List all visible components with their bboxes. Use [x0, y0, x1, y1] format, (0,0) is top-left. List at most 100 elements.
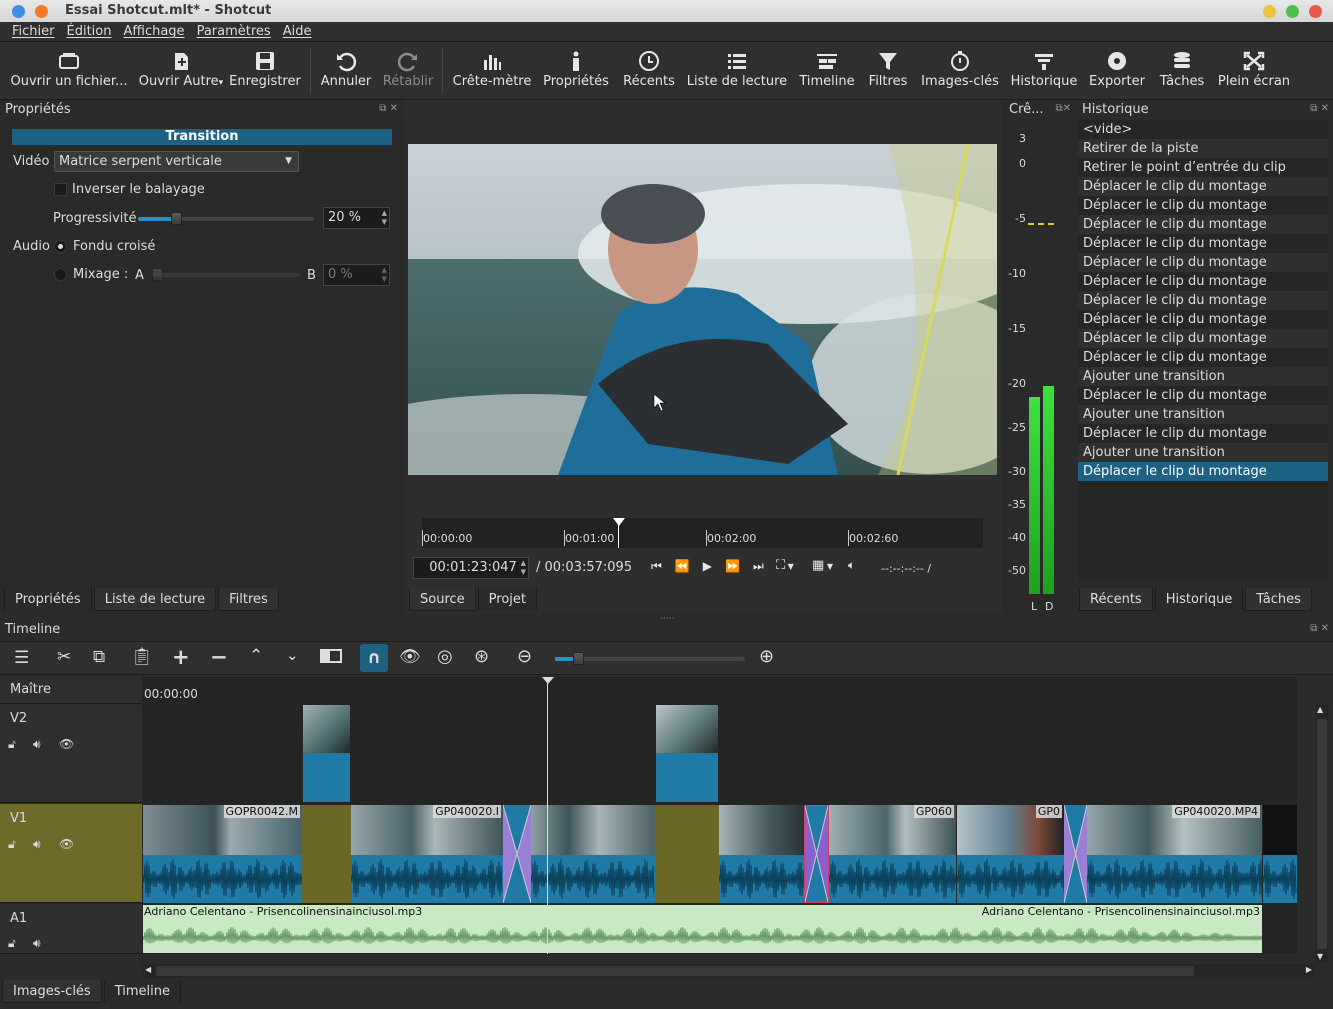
history-item[interactable]: Ajouter une transition — [1078, 367, 1328, 386]
mix-spinbox[interactable]: 0 % ▲ ▼ — [323, 264, 390, 286]
history-item[interactable]: Déplacer le clip du montage — [1078, 272, 1328, 291]
v1-clip[interactable] — [719, 805, 804, 903]
scroll-thumb[interactable] — [156, 966, 1194, 976]
v1-clip-gp060[interactable]: GP060 — [829, 805, 956, 903]
volume-icon[interactable]: 🔈︎ — [848, 558, 855, 573]
play-icon[interactable]: ▶ — [703, 559, 725, 573]
maximize-button[interactable] — [1286, 5, 1299, 18]
lift-icon[interactable]: ⌃ — [249, 646, 263, 666]
v1-clip-end[interactable] — [1263, 805, 1297, 903]
tab-playlist[interactable]: Liste de lecture — [93, 588, 217, 611]
undo-button[interactable]: Annuler — [318, 42, 374, 98]
mute-icon[interactable]: 🔊︎ — [33, 936, 41, 951]
mix-slider-handle[interactable] — [152, 268, 163, 281]
tab-keyframes[interactable]: Images-clés — [2, 980, 102, 1003]
master-track-header[interactable]: Maître — [0, 677, 142, 704]
menu-affichage[interactable]: Affichage — [117, 22, 190, 39]
softness-spinbox[interactable]: 20 % ▲ ▼ — [323, 207, 390, 229]
minimize-window-button[interactable] — [35, 5, 48, 18]
dock-float-close-icon[interactable]: ⧉ ✕ — [379, 103, 398, 114]
v1-transition[interactable] — [503, 805, 531, 903]
tab-filters[interactable]: Filtres — [218, 588, 279, 611]
horizontal-scrollbar[interactable]: ◀ ▶ — [142, 964, 1315, 978]
a1-audio-clip[interactable]: Adriano Celentano - Prisencolinensinainc… — [143, 905, 1262, 953]
hide-eye-icon[interactable]: 👁︎ — [59, 737, 74, 751]
history-item[interactable]: Déplacer le clip du montage — [1078, 177, 1328, 196]
history-item[interactable]: Ajouter une transition — [1078, 443, 1328, 462]
history-item[interactable]: Retirer de la piste — [1078, 139, 1328, 158]
softness-slider-handle[interactable] — [171, 212, 182, 225]
lock-icon[interactable]: 🔓︎ — [8, 837, 16, 852]
spin-arrows-icon[interactable]: ▲ ▼ — [521, 559, 526, 577]
rewind-icon[interactable]: ⏪ — [675, 559, 703, 573]
lock-icon[interactable]: 🔓︎ — [8, 936, 16, 951]
dock-float-close-icon[interactable]: ⧉ ✕ — [1310, 103, 1329, 114]
history-button[interactable]: Historique — [1008, 42, 1080, 98]
history-item[interactable]: Déplacer le clip du montage — [1078, 329, 1328, 348]
v1-transition-selected[interactable] — [804, 805, 829, 903]
tab-history[interactable]: Historique — [1154, 588, 1244, 611]
position-timecode[interactable]: 00:01:23:047 ▲ ▼ — [413, 557, 529, 579]
timeline-tracks-area[interactable]: 00:00:00 GOPR0042.M GP040020.I GP060 GP0… — [142, 677, 1297, 954]
mute-icon[interactable]: 🔊︎ — [33, 837, 41, 852]
tab-recent[interactable]: Récents — [1079, 588, 1153, 611]
fast-forward-icon[interactable]: ⏩ — [725, 559, 753, 573]
history-item[interactable]: Déplacer le clip du montage — [1078, 253, 1328, 272]
scroll-left-icon[interactable]: ◀ — [145, 965, 151, 974]
redo-button[interactable]: Rétablir — [380, 42, 436, 98]
save-button[interactable]: Enregistrer — [228, 42, 302, 98]
history-item[interactable]: Ajouter une transition — [1078, 405, 1328, 424]
tab-timeline[interactable]: Timeline — [103, 980, 181, 1003]
menu-aide[interactable]: Aide — [277, 22, 318, 39]
cut-icon[interactable]: ✂ — [57, 647, 71, 667]
zoom-out-icon[interactable]: ⊖ — [517, 646, 532, 667]
jobs-button[interactable]: Tâches — [1154, 42, 1210, 98]
menu-icon[interactable]: ☰ — [14, 648, 29, 668]
zoom-button[interactable]: ⛶ ▼ — [776, 558, 794, 573]
history-item[interactable]: Retirer le point d’entrée du clip — [1078, 158, 1328, 177]
timeline-button[interactable]: Timeline — [796, 42, 858, 98]
v1-blank-gap[interactable] — [302, 805, 351, 903]
ripple-all-icon[interactable]: ⊛ — [474, 646, 489, 667]
timeline-playhead[interactable] — [547, 677, 548, 954]
video-transition-combo[interactable]: Matrice serpent verticale ▼ — [54, 151, 299, 172]
history-item[interactable]: Déplacer le clip du montage — [1078, 424, 1328, 443]
peak-meter-button[interactable]: Crête-mètre — [450, 42, 534, 98]
scroll-up-icon[interactable]: ▲ — [1317, 705, 1323, 714]
history-item[interactable]: Déplacer le clip du montage — [1078, 291, 1328, 310]
v1-blank-gap[interactable] — [655, 805, 719, 903]
recent-button[interactable]: Récents — [618, 42, 680, 98]
grid-button[interactable]: ▦ ▼ — [812, 558, 833, 573]
track-header-a1[interactable]: A1 🔓︎ 🔊︎ — [0, 904, 142, 954]
tab-source[interactable]: Source — [409, 588, 476, 611]
history-item[interactable]: Déplacer le clip du montage — [1078, 462, 1328, 481]
mute-icon[interactable]: 🔊︎ — [33, 737, 41, 752]
skip-start-icon[interactable]: ⏮ — [651, 559, 675, 573]
history-item[interactable]: Déplacer le clip du montage — [1078, 348, 1328, 367]
v1-clip-gp0[interactable]: GP0 — [957, 805, 1064, 903]
track-header-v2[interactable]: V2 🔓︎ 🔊︎ 👁︎ — [0, 705, 142, 803]
player-ruler[interactable]: 00:00:00 00:01:00 00:02:00 00:02:60 — [422, 518, 983, 548]
minimize-button[interactable] — [1263, 5, 1276, 18]
filters-button[interactable]: Filtres — [864, 42, 912, 98]
remove-icon[interactable]: − — [210, 645, 228, 669]
mix-radio[interactable] — [54, 268, 67, 281]
dock-float-close-icon[interactable]: ⧉ ✕ — [1310, 623, 1329, 634]
dock-float-close-icon[interactable]: ⧉✕ — [1055, 103, 1071, 114]
v2-clip[interactable] — [656, 705, 718, 802]
invert-wipe-checkbox[interactable] — [54, 183, 67, 196]
open-file-button[interactable]: Ouvrir un fichier... — [8, 42, 130, 98]
append-icon[interactable]: + — [172, 645, 190, 669]
split-icon[interactable] — [320, 649, 342, 663]
overwrite-icon[interactable]: ⌄ — [286, 646, 299, 664]
vertical-scrollbar[interactable]: ▲ ▼ — [1315, 705, 1329, 963]
ripple-icon[interactable]: ◎ — [437, 646, 453, 667]
skip-end-icon[interactable]: ⏭ — [753, 559, 777, 573]
keyframes-button[interactable]: Images-clés — [918, 42, 1002, 98]
menu-fichier[interactable]: Fichier — [6, 22, 61, 39]
tab-project[interactable]: Projet — [477, 588, 537, 611]
history-item[interactable]: Déplacer le clip du montage — [1078, 310, 1328, 329]
history-item[interactable]: Déplacer le clip du montage — [1078, 234, 1328, 253]
history-item[interactable]: <vide> — [1078, 120, 1328, 139]
zoom-slider-handle[interactable] — [573, 652, 584, 665]
